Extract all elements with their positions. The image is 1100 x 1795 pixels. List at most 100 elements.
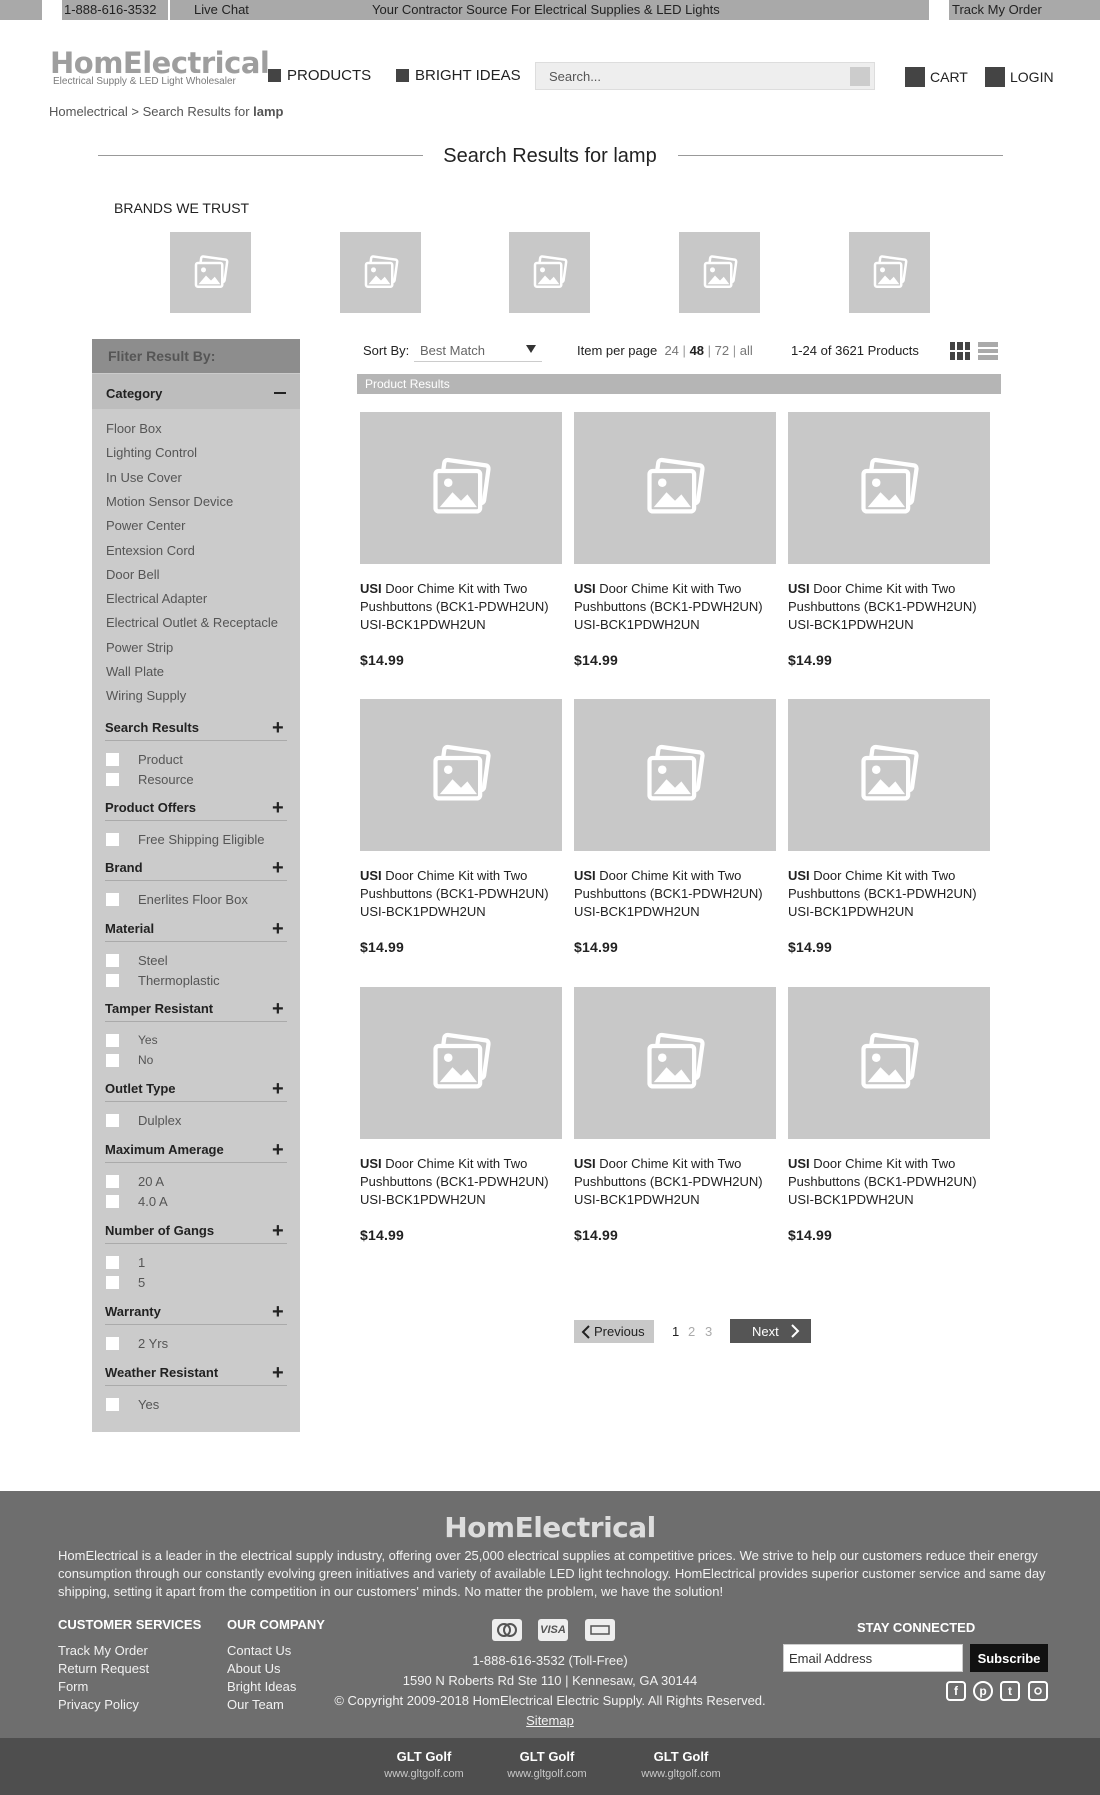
- filter-section-title[interactable]: Outlet Type: [105, 1081, 176, 1096]
- ipp-option[interactable]: 72: [715, 343, 729, 358]
- ipp-option-selected[interactable]: 48: [690, 343, 704, 358]
- product-name[interactable]: USI Door Chime Kit with Two Pushbuttons …: [360, 1155, 560, 1209]
- live-chat-link[interactable]: Live Chat: [194, 2, 249, 17]
- checkbox[interactable]: [106, 1114, 119, 1127]
- brand-logo[interactable]: [679, 232, 760, 313]
- checkbox[interactable]: [106, 833, 119, 846]
- twitter-icon[interactable]: t: [1000, 1681, 1020, 1701]
- filter-option[interactable]: Dulplex: [106, 1113, 181, 1128]
- category-link[interactable]: Wall Plate: [106, 664, 164, 679]
- filter-option[interactable]: 2 Yrs: [106, 1336, 168, 1351]
- filter-option[interactable]: Thermoplastic: [106, 973, 220, 988]
- checkbox[interactable]: [106, 1256, 119, 1269]
- filter-option[interactable]: Yes: [106, 1397, 159, 1412]
- category-link[interactable]: Door Bell: [106, 567, 159, 582]
- checkbox[interactable]: [106, 974, 119, 987]
- track-order-link[interactable]: Track My Order: [952, 2, 1042, 17]
- subscribe-button[interactable]: Subscribe: [970, 1644, 1048, 1672]
- product-name[interactable]: USI Door Chime Kit with Two Pushbuttons …: [360, 867, 560, 921]
- facebook-icon[interactable]: f: [946, 1681, 966, 1701]
- expand-icon[interactable]: +: [272, 1079, 284, 1099]
- filter-section-title[interactable]: Search Results: [105, 720, 199, 735]
- footer-link-our-team[interactable]: Our Team: [227, 1697, 284, 1712]
- checkbox[interactable]: [106, 1195, 119, 1208]
- checkbox[interactable]: [106, 773, 119, 786]
- checkbox[interactable]: [106, 1053, 119, 1067]
- filter-option[interactable]: Enerlites Floor Box: [106, 892, 248, 907]
- partner-url[interactable]: www.gltgolf.com: [364, 1768, 484, 1780]
- product-name[interactable]: USI Door Chime Kit with Two Pushbuttons …: [788, 1155, 988, 1209]
- collapse-icon[interactable]: [274, 392, 286, 394]
- footer-link-bright-ideas[interactable]: Bright Ideas: [227, 1679, 296, 1694]
- footer-link-form[interactable]: Form: [58, 1679, 88, 1694]
- previous-button[interactable]: Previous: [574, 1320, 654, 1343]
- product-name[interactable]: USI Door Chime Kit with Two Pushbuttons …: [574, 1155, 774, 1209]
- product-image[interactable]: [574, 987, 776, 1139]
- topbar-phone[interactable]: 1-888-616-3532: [64, 2, 157, 17]
- filter-option[interactable]: Steel: [106, 953, 168, 968]
- filter-option[interactable]: Product: [106, 752, 183, 767]
- filter-section-title[interactable]: Tamper Resistant: [105, 1001, 213, 1016]
- login-link[interactable]: LOGIN: [985, 67, 1054, 87]
- category-link[interactable]: Floor Box: [106, 421, 162, 436]
- partner-name[interactable]: GLT Golf: [364, 1749, 484, 1764]
- email-field[interactable]: [784, 1645, 962, 1671]
- expand-icon[interactable]: +: [272, 919, 284, 939]
- expand-icon[interactable]: +: [272, 798, 284, 818]
- product-image[interactable]: [788, 699, 990, 851]
- expand-icon[interactable]: +: [272, 718, 284, 738]
- expand-icon[interactable]: +: [272, 858, 284, 878]
- partner-url[interactable]: www.gltgolf.com: [621, 1768, 741, 1780]
- list-view-icon[interactable]: [978, 342, 998, 360]
- product-image[interactable]: [574, 412, 776, 564]
- filter-option[interactable]: Yes: [106, 1033, 158, 1047]
- expand-icon[interactable]: +: [272, 1363, 284, 1383]
- category-header[interactable]: Category: [92, 374, 300, 409]
- nav-bright-ideas[interactable]: BRIGHT IDEAS: [396, 67, 521, 84]
- checkbox[interactable]: [106, 1398, 119, 1411]
- filter-option[interactable]: Resource: [106, 772, 194, 787]
- footer-link-return-request[interactable]: Return Request: [58, 1661, 149, 1676]
- sort-select[interactable]: Best Match: [414, 340, 542, 362]
- search-input[interactable]: [536, 63, 826, 89]
- product-image[interactable]: [574, 699, 776, 851]
- pinterest-icon[interactable]: p: [973, 1681, 993, 1701]
- category-link[interactable]: Electrical Outlet & Receptacle: [106, 615, 278, 630]
- product-image[interactable]: [788, 412, 990, 564]
- checkbox[interactable]: [106, 1276, 119, 1289]
- filter-option[interactable]: 20 A: [106, 1174, 164, 1189]
- footer-link-privacy-policy[interactable]: Privacy Policy: [58, 1697, 139, 1712]
- cart-link[interactable]: CART: [905, 67, 968, 87]
- category-link[interactable]: Electrical Adapter: [106, 591, 207, 606]
- product-image[interactable]: [360, 412, 562, 564]
- product-name[interactable]: USI Door Chime Kit with Two Pushbuttons …: [574, 580, 774, 634]
- partner-url[interactable]: www.gltgolf.com: [487, 1768, 607, 1780]
- filter-section-title[interactable]: Number of Gangs: [105, 1223, 214, 1238]
- page-number-current[interactable]: 1: [672, 1324, 679, 1339]
- footer-link-contact-us[interactable]: Contact Us: [227, 1643, 291, 1658]
- brand-logo[interactable]: [509, 232, 590, 313]
- breadcrumb-home[interactable]: Homelectrical: [49, 104, 128, 119]
- expand-icon[interactable]: +: [272, 999, 284, 1019]
- next-button[interactable]: Next: [730, 1319, 811, 1343]
- filter-section-title[interactable]: Weather Resistant: [105, 1365, 218, 1380]
- filter-section-title[interactable]: Brand: [105, 860, 143, 875]
- checkbox[interactable]: [106, 753, 119, 766]
- category-link[interactable]: Motion Sensor Device: [106, 494, 233, 509]
- expand-icon[interactable]: +: [272, 1221, 284, 1241]
- product-name[interactable]: USI Door Chime Kit with Two Pushbuttons …: [574, 867, 774, 921]
- filter-option[interactable]: Free Shipping Eligible: [106, 832, 264, 847]
- filter-section-title[interactable]: Maximum Amerage: [105, 1142, 224, 1157]
- filter-section-title[interactable]: Warranty: [105, 1304, 161, 1319]
- footer-logo[interactable]: HomElectrical: [0, 1511, 1100, 1544]
- checkbox[interactable]: [106, 893, 119, 906]
- filter-option[interactable]: 5: [106, 1275, 145, 1290]
- category-link[interactable]: Wiring Supply: [106, 688, 186, 703]
- sitemap-link[interactable]: Sitemap: [300, 1713, 800, 1728]
- page-number[interactable]: 2: [688, 1324, 695, 1339]
- instagram-icon[interactable]: [1028, 1681, 1048, 1701]
- site-logo[interactable]: HomElectrical: [50, 46, 270, 80]
- ipp-option[interactable]: 24: [664, 343, 678, 358]
- product-image[interactable]: [788, 987, 990, 1139]
- filter-option[interactable]: No: [106, 1053, 153, 1067]
